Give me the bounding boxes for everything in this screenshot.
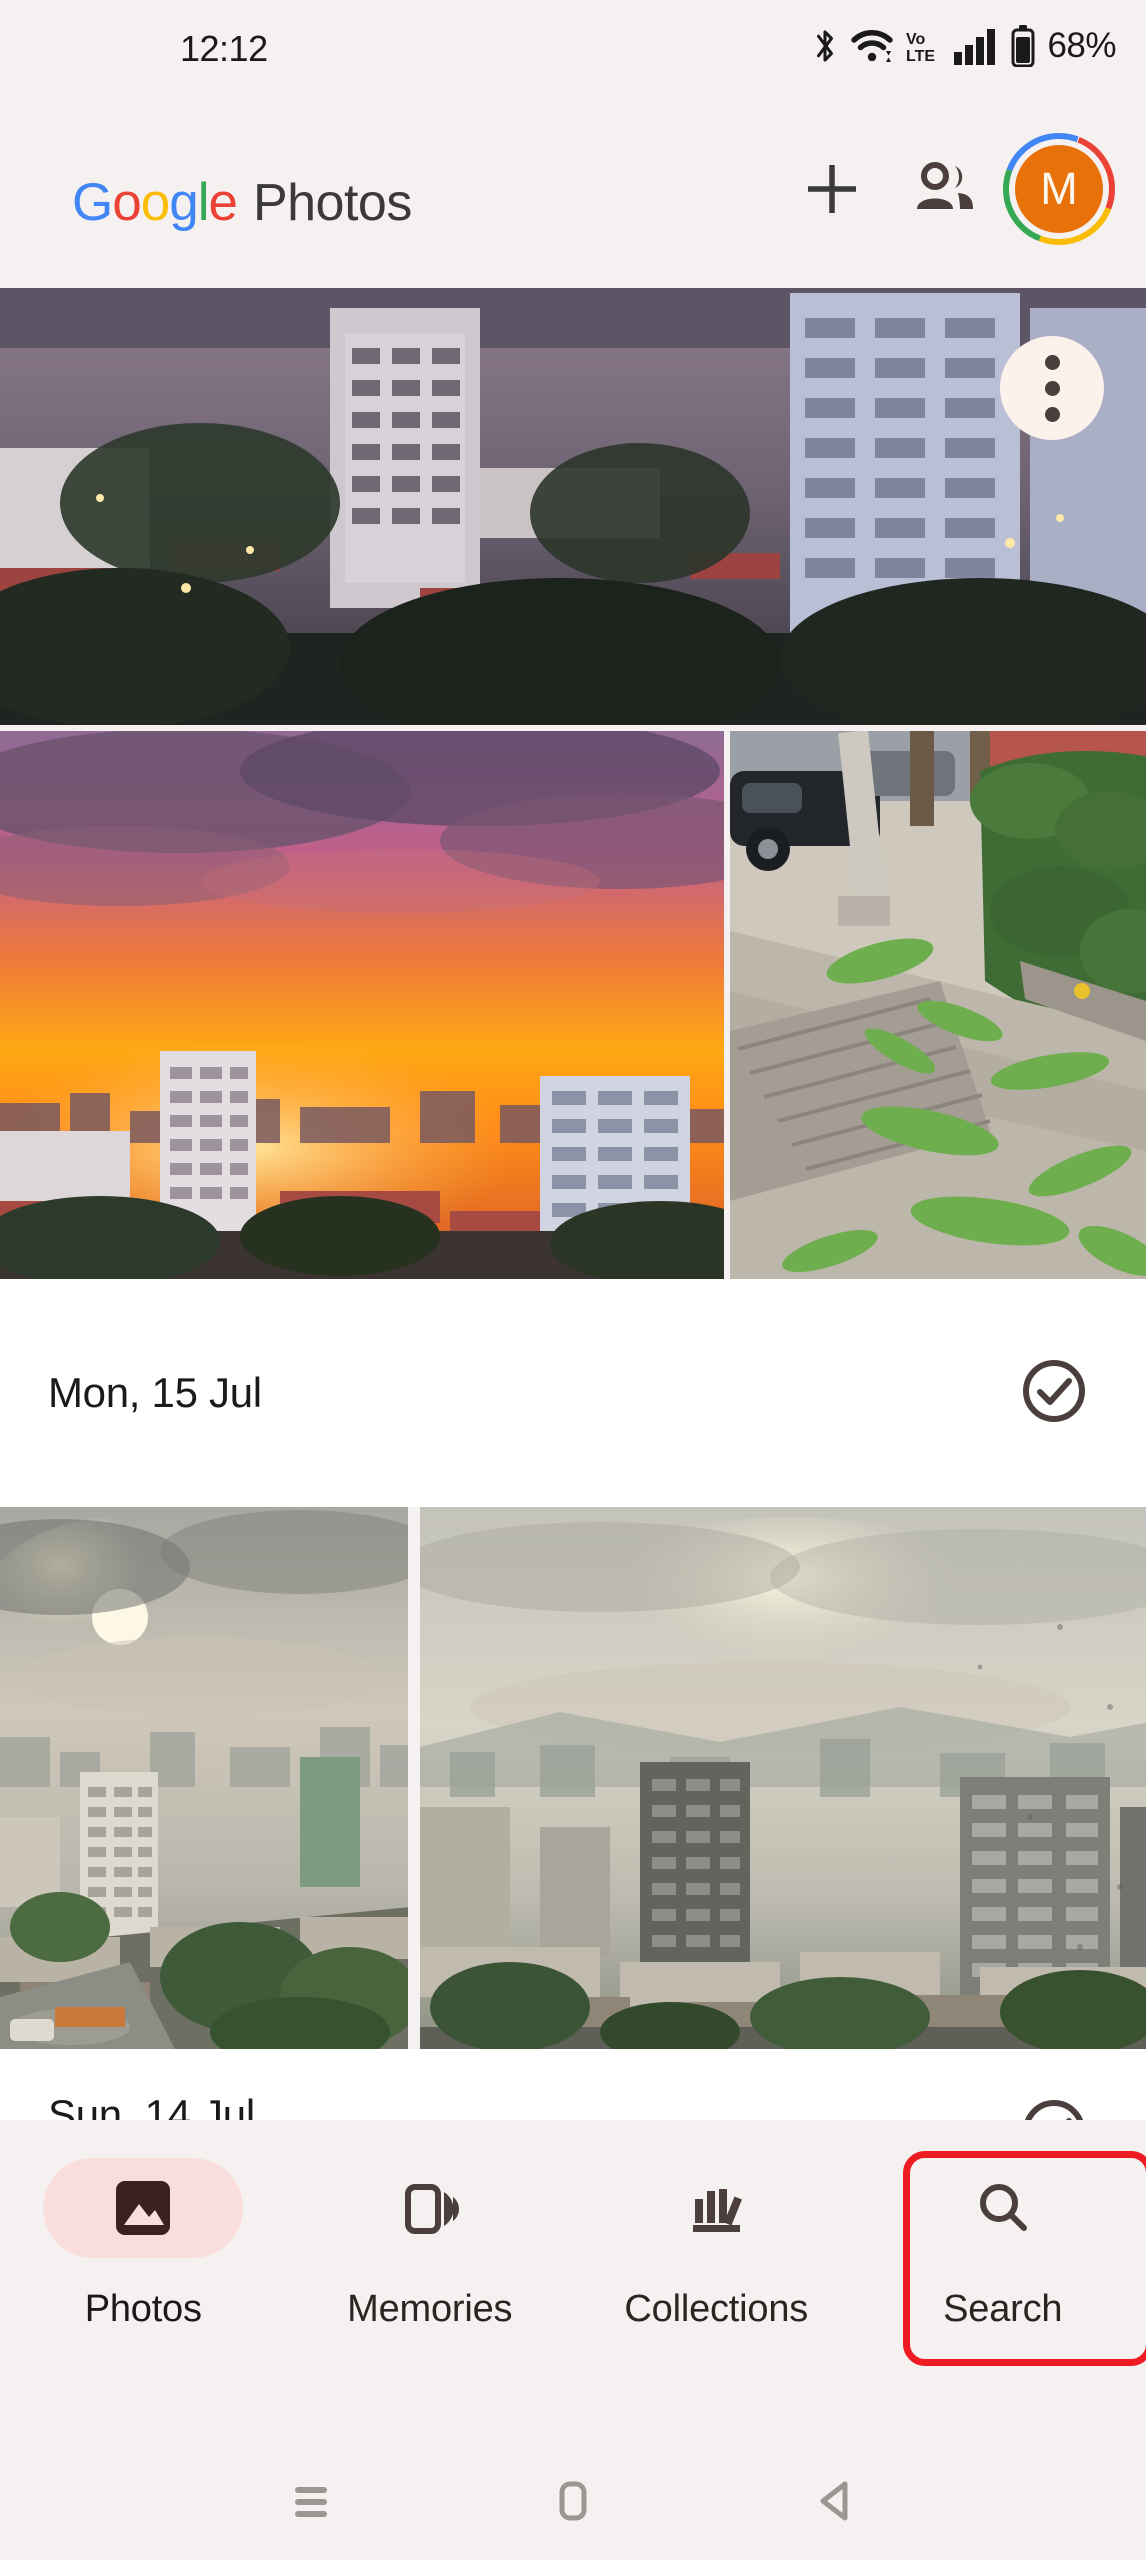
plus-icon — [808, 165, 856, 213]
status-bar-icons: Vo LTE 68% — [812, 24, 1116, 68]
google-photos-app-screen: 12:12 Vo LTE 68% Google Photos M Mon, 15… — [0, 0, 1146, 2560]
photo-overflow-menu-button[interactable] — [1000, 336, 1104, 440]
photos-tab-pill — [43, 2158, 244, 2258]
photo-thumbnail[interactable] — [730, 731, 1146, 1279]
memories-tab-icon-wrap — [330, 2158, 530, 2258]
nav-tab-photos-label: Photos — [84, 2288, 202, 2330]
recents-icon — [295, 2486, 327, 2517]
home-button[interactable] — [518, 2461, 628, 2541]
app-header-actions: M — [776, 90, 1118, 288]
recents-button[interactable] — [256, 2461, 366, 2541]
date-section-header: Mon, 15 Jul — [0, 1279, 1146, 1507]
svg-text:Vo: Vo — [906, 31, 925, 48]
photo-row — [0, 1507, 1146, 2049]
check-circle-icon — [1023, 1359, 1085, 1422]
avatar-initial: M — [1015, 145, 1103, 233]
volte-icon: Vo LTE — [906, 26, 940, 66]
android-system-navigation-bar — [0, 2441, 1146, 2560]
search-tab-icon-wrap — [903, 2158, 1103, 2258]
wifi-icon — [851, 26, 894, 66]
search-magnifier-icon — [979, 2184, 1027, 2231]
battery-icon — [1010, 25, 1036, 67]
photo-image — [0, 1507, 408, 2049]
photo-row — [0, 288, 1146, 725]
more-vert-icon-dot — [1044, 406, 1060, 422]
google-photos-logo: Google Photos — [72, 172, 412, 233]
nav-tab-memories-label: Memories — [347, 2288, 513, 2330]
nav-tab-collections-label: Collections — [624, 2288, 809, 2330]
more-vert-icon-dot — [1044, 354, 1060, 370]
battery-percent-label: 68% — [1047, 26, 1116, 65]
app-title: Photos — [252, 174, 412, 232]
photo-icon — [116, 2181, 171, 2235]
nav-tab-collections[interactable]: Collections — [591, 2158, 841, 2331]
more-vert-icon-dot — [1044, 380, 1060, 396]
photo-thumbnail[interactable] — [0, 731, 724, 1279]
account-avatar-button[interactable]: M — [1000, 130, 1118, 248]
home-icon — [559, 2481, 587, 2520]
bottom-navigation-bar: Photos Memories Collections Search — [0, 2120, 1146, 2441]
status-bar: 12:12 Vo LTE 68% — [0, 0, 1146, 90]
photo-thumbnail[interactable] — [0, 288, 1146, 725]
nav-tab-search-label: Search — [943, 2288, 1063, 2330]
add-button[interactable] — [776, 133, 888, 245]
cellular-signal-icon — [953, 26, 997, 66]
photo-image — [0, 288, 1146, 725]
back-icon — [820, 2481, 848, 2520]
photo-thumbnail[interactable] — [419, 1507, 1146, 2049]
status-bar-clock: 12:12 — [180, 28, 268, 69]
app-header: Google Photos M — [0, 90, 1146, 288]
collections-tab-icon-wrap — [616, 2158, 816, 2258]
memories-carousel-icon — [404, 2184, 459, 2234]
back-button[interactable] — [780, 2461, 890, 2541]
photo-grid: Mon, 15 Jul Sun, 14 Jul — [0, 288, 1146, 2229]
svg-text:LTE: LTE — [906, 48, 935, 65]
select-all-day-button[interactable] — [1020, 1357, 1088, 1430]
nav-tab-memories[interactable]: Memories — [305, 2158, 555, 2331]
photo-image — [0, 731, 724, 1279]
google-wordmark: Google — [72, 173, 238, 232]
people-sharing-icon — [917, 162, 973, 209]
nav-tab-photos[interactable]: Photos — [18, 2158, 268, 2331]
bluetooth-icon — [812, 26, 838, 66]
collections-books-icon — [693, 2189, 743, 2232]
date-label: Mon, 15 Jul — [48, 1369, 262, 1416]
photo-row — [0, 731, 1146, 1279]
photo-thumbnail[interactable] — [0, 1507, 408, 2049]
sharing-button[interactable] — [888, 133, 1000, 245]
nav-tab-search[interactable]: Search — [878, 2151, 1146, 2366]
photo-image — [419, 1507, 1146, 2049]
photo-image — [730, 731, 1146, 1279]
